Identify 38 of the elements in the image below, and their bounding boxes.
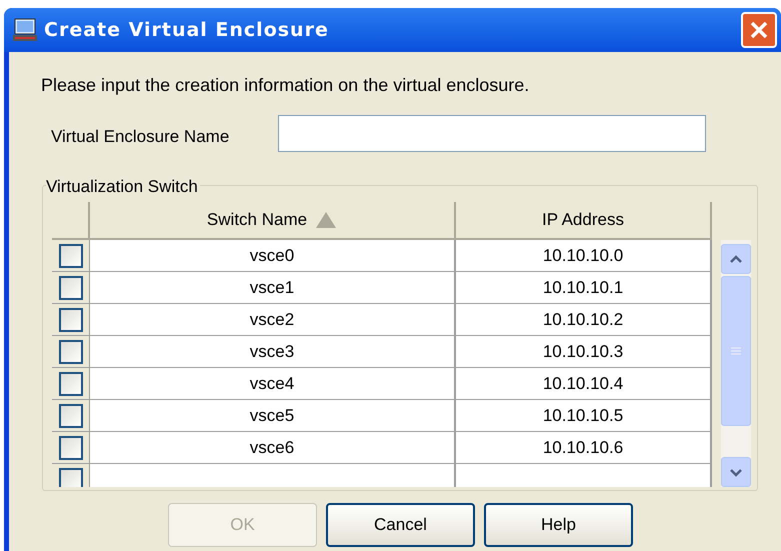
checkbox[interactable] <box>58 276 82 300</box>
column-header[interactable]: IP Address <box>456 202 712 240</box>
field-label: Virtual Enclosure Name <box>51 126 230 148</box>
checkbox[interactable] <box>58 436 82 460</box>
ip-address-cell: 10.10.10.6 <box>456 432 712 463</box>
checkbox[interactable] <box>58 308 82 332</box>
ip-address-cell: 10.10.10.2 <box>456 304 712 335</box>
scroll-thumb[interactable] <box>721 276 751 426</box>
dialog-button[interactable]: Help <box>484 503 633 547</box>
scroll-down-button[interactable] <box>721 457 751 487</box>
close-button[interactable] <box>741 12 777 48</box>
column-header[interactable]: Switch Name <box>90 202 456 240</box>
window-title: Create Virtual Enclosure <box>44 18 329 43</box>
ip-address-cell: 10.10.10.3 <box>456 336 712 367</box>
dialog-button[interactable]: Cancel <box>326 503 475 547</box>
ip-address-cell: 10.10.10.5 <box>456 400 712 431</box>
ip-address-cell: 10.10.10.1 <box>456 272 712 303</box>
switch-name-cell: vsce2 <box>90 304 456 335</box>
computer-icon <box>12 17 38 43</box>
checkbox[interactable] <box>58 340 82 364</box>
instruction-text: Please input the creation information on the virtual enclosure. <box>41 74 530 97</box>
checkbox[interactable] <box>58 468 82 487</box>
switch-name-cell: vsce6 <box>90 432 456 463</box>
checkbox[interactable] <box>58 244 82 268</box>
scrollbar[interactable] <box>721 240 751 487</box>
checkbox[interactable] <box>58 372 82 396</box>
switch-name-cell: vsce0 <box>90 240 456 271</box>
ip-address-cell: 10.10.10.0 <box>456 240 712 271</box>
switch-name-cell: vsce3 <box>90 336 456 367</box>
ip-address-cell: 10.10.10.4 <box>456 368 712 399</box>
scroll-up-button[interactable] <box>721 244 751 274</box>
grip-icon <box>731 347 741 355</box>
switch-name-cell: vsce1 <box>90 272 456 303</box>
close-icon <box>749 20 769 40</box>
name-input-field[interactable] <box>278 115 706 152</box>
checkbox[interactable] <box>58 404 82 428</box>
switch-name-cell: vsce4 <box>90 368 456 399</box>
switch-name-cell: vsce5 <box>90 400 456 431</box>
